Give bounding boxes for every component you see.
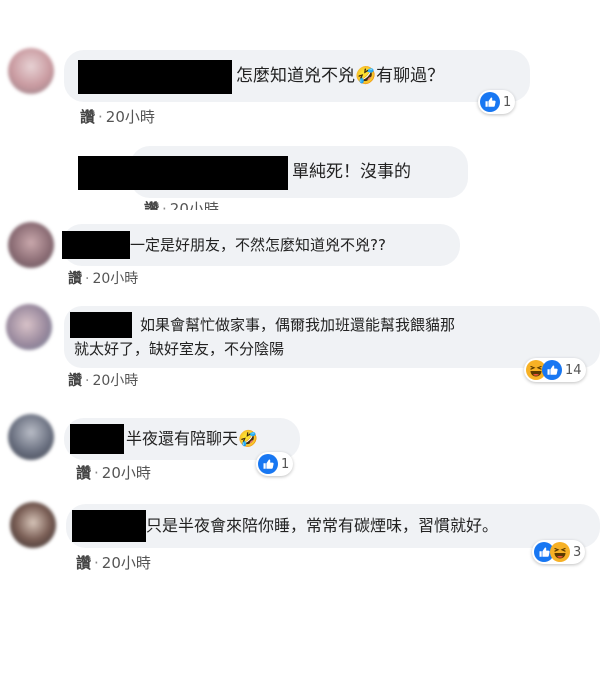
comment-meta: 讚 · 20小時: [80, 106, 155, 127]
comment-text: 怎麼知道兇不兇🤣有聊過？: [236, 66, 445, 86]
like-icon: [480, 92, 500, 112]
timestamp[interactable]: 20小時: [106, 108, 155, 126]
reaction-count: 3: [573, 544, 582, 560]
reply-bubble: 單純死！沒事的: [78, 146, 468, 198]
like-button[interactable]: 讚: [68, 373, 82, 389]
separator: ·: [85, 373, 90, 389]
like-button[interactable]: 讚: [68, 271, 82, 287]
redacted-author-name: [72, 510, 146, 542]
comment-meta: 讚 · 20小時: [76, 462, 151, 483]
timestamp[interactable]: 20小時: [92, 271, 138, 287]
avatar[interactable]: [6, 304, 52, 350]
comment-meta: 讚 · 20小時: [68, 370, 138, 390]
separator: ·: [98, 108, 103, 126]
reaction-count: 14: [565, 362, 582, 378]
like-button[interactable]: 讚: [76, 554, 91, 572]
reaction-count: 1: [281, 456, 290, 472]
reply-meta: 讚 · 20小時: [144, 198, 219, 210]
redacted-author-name: [78, 60, 232, 94]
comment-meta: 讚 · 20小時: [68, 268, 138, 288]
avatar[interactable]: [8, 222, 54, 268]
like-icon: [258, 454, 278, 474]
separator: ·: [85, 271, 90, 287]
comment-meta: 讚 · 20小時: [76, 552, 151, 573]
comment-text: 一定是好朋友，不然怎麼知道兇不兇??: [130, 236, 386, 254]
like-button[interactable]: 讚: [80, 108, 95, 126]
timestamp[interactable]: 20小時: [102, 464, 151, 482]
like-button[interactable]: 讚: [76, 464, 91, 482]
reaction-summary[interactable]: 3: [532, 540, 586, 564]
separator: ·: [162, 200, 167, 210]
comment-text: 只是半夜會來陪你睡，常常有碳煙味，習慣就好。: [146, 516, 499, 535]
avatar[interactable]: [10, 502, 56, 548]
comment-bubble: 怎麼知道兇不兇🤣有聊過？: [64, 50, 530, 102]
haha-icon: [550, 542, 570, 562]
avatar[interactable]: [8, 414, 54, 460]
timestamp[interactable]: 20小時: [170, 200, 219, 210]
comment-bubble: 只是半夜會來陪你睡，常常有碳煙味，習慣就好。: [66, 504, 600, 548]
comment-bubble: 如果會幫忙做家事，偶爾我加班還能幫我餵貓那就太好了，缺好室友，不分陰陽: [64, 306, 600, 368]
reaction-summary[interactable]: 14: [524, 358, 586, 382]
like-button[interactable]: 讚: [144, 200, 159, 210]
separator: ·: [94, 554, 99, 572]
like-icon: [542, 360, 562, 380]
comment-bubble: 一定是好朋友，不然怎麼知道兇不兇??: [62, 224, 460, 266]
redacted-author-name: [62, 231, 130, 259]
comment-text: 半夜還有陪聊天🤣: [126, 429, 258, 448]
timestamp[interactable]: 20小時: [102, 554, 151, 572]
redacted-author-name: [70, 424, 124, 454]
comment-text: 如果會幫忙做家事，偶爾我加班還能幫我餵貓那就太好了，缺好室友，不分陰陽: [74, 316, 456, 358]
avatar[interactable]: [8, 48, 54, 94]
separator: ·: [94, 464, 99, 482]
reaction-summary[interactable]: 1: [478, 90, 516, 114]
redacted-author-name: [78, 156, 288, 190]
reaction-count: 1: [503, 94, 512, 110]
reaction-summary[interactable]: 1: [256, 452, 294, 476]
timestamp[interactable]: 20小時: [92, 373, 138, 389]
reply-text: 單純死！沒事的: [292, 162, 411, 182]
